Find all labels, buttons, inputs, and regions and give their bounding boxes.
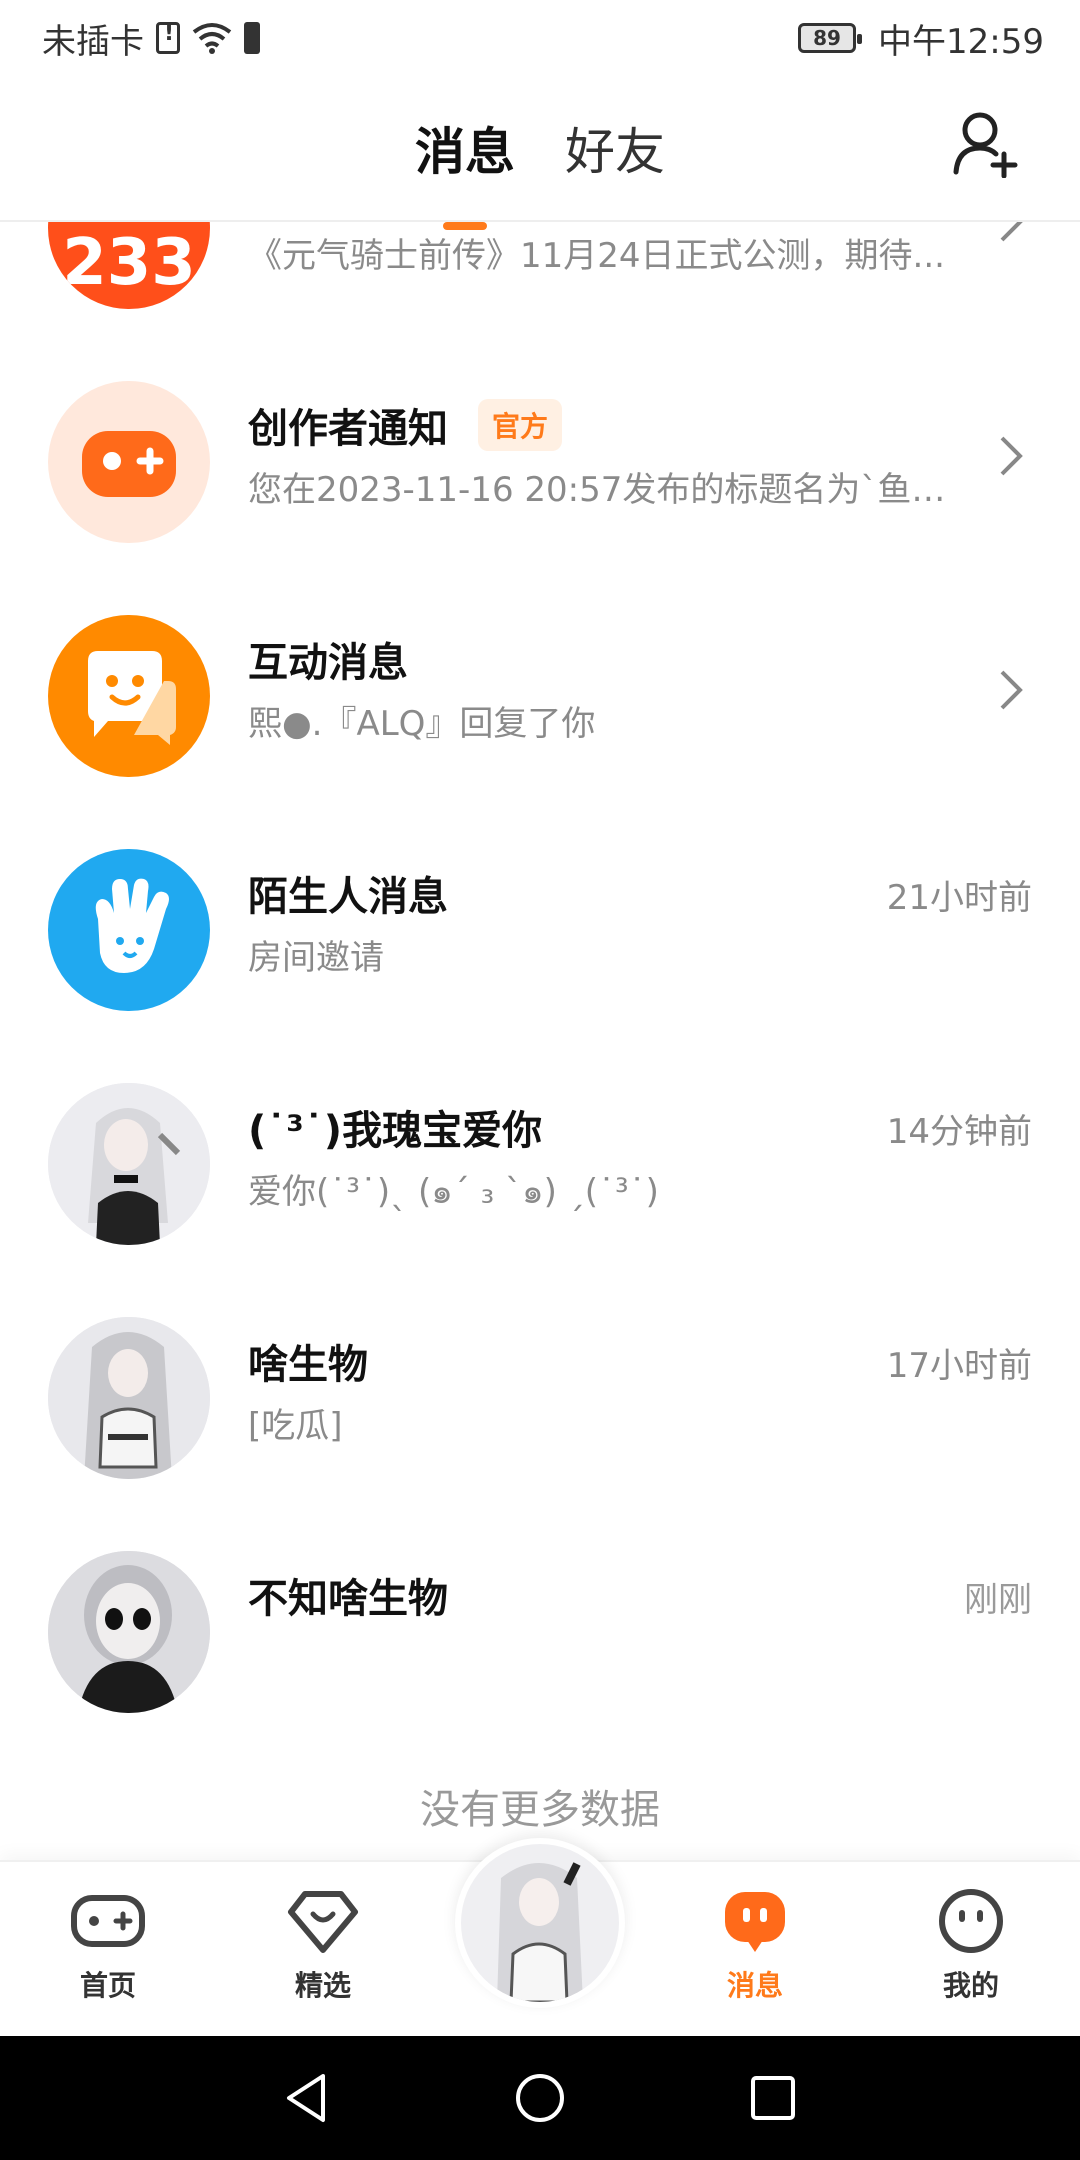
- tab-bar: 消息 好友: [0, 112, 1080, 230]
- avatar: [48, 381, 210, 543]
- row-title-text: 互动消息: [248, 640, 408, 686]
- row-title-text: 啥生物: [248, 1342, 368, 1388]
- chat-bubble-icon: [88, 651, 176, 745]
- chevron-right-icon: [1000, 670, 1023, 710]
- row-title: 创作者通知 官方: [248, 396, 563, 454]
- official-badge: 官方: [478, 399, 563, 451]
- chevron-right-icon: [1000, 222, 1023, 242]
- nav-messages[interactable]: 消息: [695, 1888, 815, 2004]
- clock: 中午12:59: [878, 21, 1044, 62]
- row-time: 14分钟前: [886, 1112, 1032, 1152]
- avatar: [48, 1551, 210, 1713]
- recents-icon[interactable]: [745, 2070, 801, 2126]
- list-item-strangers[interactable]: 陌生人消息 房间邀请 21小时前: [0, 794, 1080, 1028]
- user-avatar-image: [48, 1317, 210, 1479]
- center-profile-button[interactable]: [455, 1838, 625, 2008]
- list-item-chat[interactable]: (˙³˙)我瑰宝爱你 爱你(˙³˙)ˎ (๑´ ₃ `๑) ˏ(˙³˙) 14分…: [0, 1028, 1080, 1262]
- row-subtitle: 爱你(˙³˙)ˎ (๑´ ₃ `๑) ˏ(˙³˙): [248, 1172, 659, 1212]
- avatar: [48, 615, 210, 777]
- message-icon: [725, 1892, 785, 1952]
- avatar: [48, 1317, 210, 1479]
- tab-messages[interactable]: 消息: [415, 112, 515, 230]
- avatar: 233: [48, 222, 210, 309]
- row-subtitle: [吃瓜]: [248, 1406, 343, 1446]
- nav-me[interactable]: 我的: [911, 1888, 1031, 2004]
- user-avatar-image: [48, 1551, 210, 1713]
- header: 消息 好友: [0, 76, 1080, 230]
- home-icon[interactable]: [512, 2070, 568, 2126]
- tab-friends-label: 好友: [565, 123, 665, 181]
- avatar: [48, 849, 210, 1011]
- list-item-233[interactable]: 233 《元气骑士前传》11月24日正式公测，期待...: [0, 222, 1080, 326]
- user-avatar-image: [48, 1083, 210, 1245]
- row-title-text: 创作者通知: [248, 406, 448, 452]
- app-logo-icon: 233: [62, 226, 196, 300]
- row-title: (˙³˙)我瑰宝爱你: [248, 1098, 542, 1156]
- row-time: 17小时前: [886, 1346, 1032, 1386]
- nav-home[interactable]: 首页: [48, 1888, 168, 2004]
- user-avatar-image: [461, 1844, 619, 2004]
- row-title-text: 不知啥生物: [248, 1576, 448, 1622]
- battery-icon: 89: [798, 23, 863, 53]
- row-title-text: 陌生人消息: [248, 874, 448, 920]
- message-list: 233 《元气骑士前传》11月24日正式公测，期待... 创作者通知 官方 您在…: [0, 222, 1080, 1860]
- nav-me-label: 我的: [942, 1969, 999, 2002]
- avatar: [48, 1083, 210, 1245]
- list-item-chat[interactable]: 啥生物 [吃瓜] 17小时前: [0, 1262, 1080, 1496]
- waving-hand-icon: [95, 878, 169, 973]
- gamepad-icon: [71, 1895, 145, 1947]
- row-title-text: (˙³˙)我瑰宝爱你: [248, 1108, 543, 1154]
- list-item-interaction[interactable]: 互动消息 熙●.『ALQ』回复了你: [0, 560, 1080, 794]
- sim-alert-icon: [156, 21, 180, 54]
- tab-friends[interactable]: 好友: [565, 112, 665, 184]
- row-time: 刚刚: [964, 1580, 1032, 1620]
- system-nav-bar: [0, 2036, 1080, 2160]
- carrier-text: 未插卡: [42, 21, 144, 62]
- wifi-icon: [192, 23, 232, 54]
- row-subtitle: 您在2023-11-16 20:57发布的标题名为`鱼暗...: [248, 470, 968, 510]
- nav-featured[interactable]: 精选: [263, 1888, 383, 2004]
- active-tab-indicator: [443, 222, 487, 230]
- status-right: 89 中午12:59: [798, 14, 1044, 63]
- no-more-data-text: 没有更多数据: [420, 1787, 660, 1833]
- nav-featured-label: 精选: [294, 1969, 351, 2002]
- add-user-icon[interactable]: [952, 108, 1022, 178]
- battery-level: 89: [813, 26, 841, 50]
- row-subtitle: 熙●.『ALQ』回复了你: [248, 704, 596, 744]
- row-title: 陌生人消息: [248, 864, 448, 922]
- nav-home-label: 首页: [79, 1969, 136, 2002]
- battery-saver-icon: [244, 22, 260, 54]
- face-icon: [939, 1889, 1003, 1953]
- row-title: 互动消息: [248, 630, 408, 688]
- list-item-creator-notice[interactable]: 创作者通知 官方 您在2023-11-16 20:57发布的标题名为`鱼暗...: [0, 326, 1080, 560]
- chevron-right-icon: [1000, 436, 1023, 476]
- row-subtitle: 《元气骑士前传》11月24日正式公测，期待...: [248, 236, 945, 276]
- gamepad-icon: [82, 431, 176, 497]
- back-icon[interactable]: [279, 2070, 335, 2126]
- row-title: 不知啥生物: [248, 1566, 448, 1624]
- list-item-chat[interactable]: 不知啥生物 刚刚: [0, 1496, 1080, 1730]
- heart-tag-icon: [288, 1891, 358, 1953]
- nav-messages-label: 消息: [726, 1969, 783, 2002]
- row-title: 啥生物: [248, 1332, 368, 1390]
- row-time: 21小时前: [886, 878, 1032, 918]
- status-bar: 未插卡 89 中午12:59: [0, 0, 1080, 76]
- status-left: 未插卡: [42, 14, 260, 63]
- row-subtitle: 房间邀请: [248, 938, 384, 978]
- tab-messages-label: 消息: [415, 123, 515, 181]
